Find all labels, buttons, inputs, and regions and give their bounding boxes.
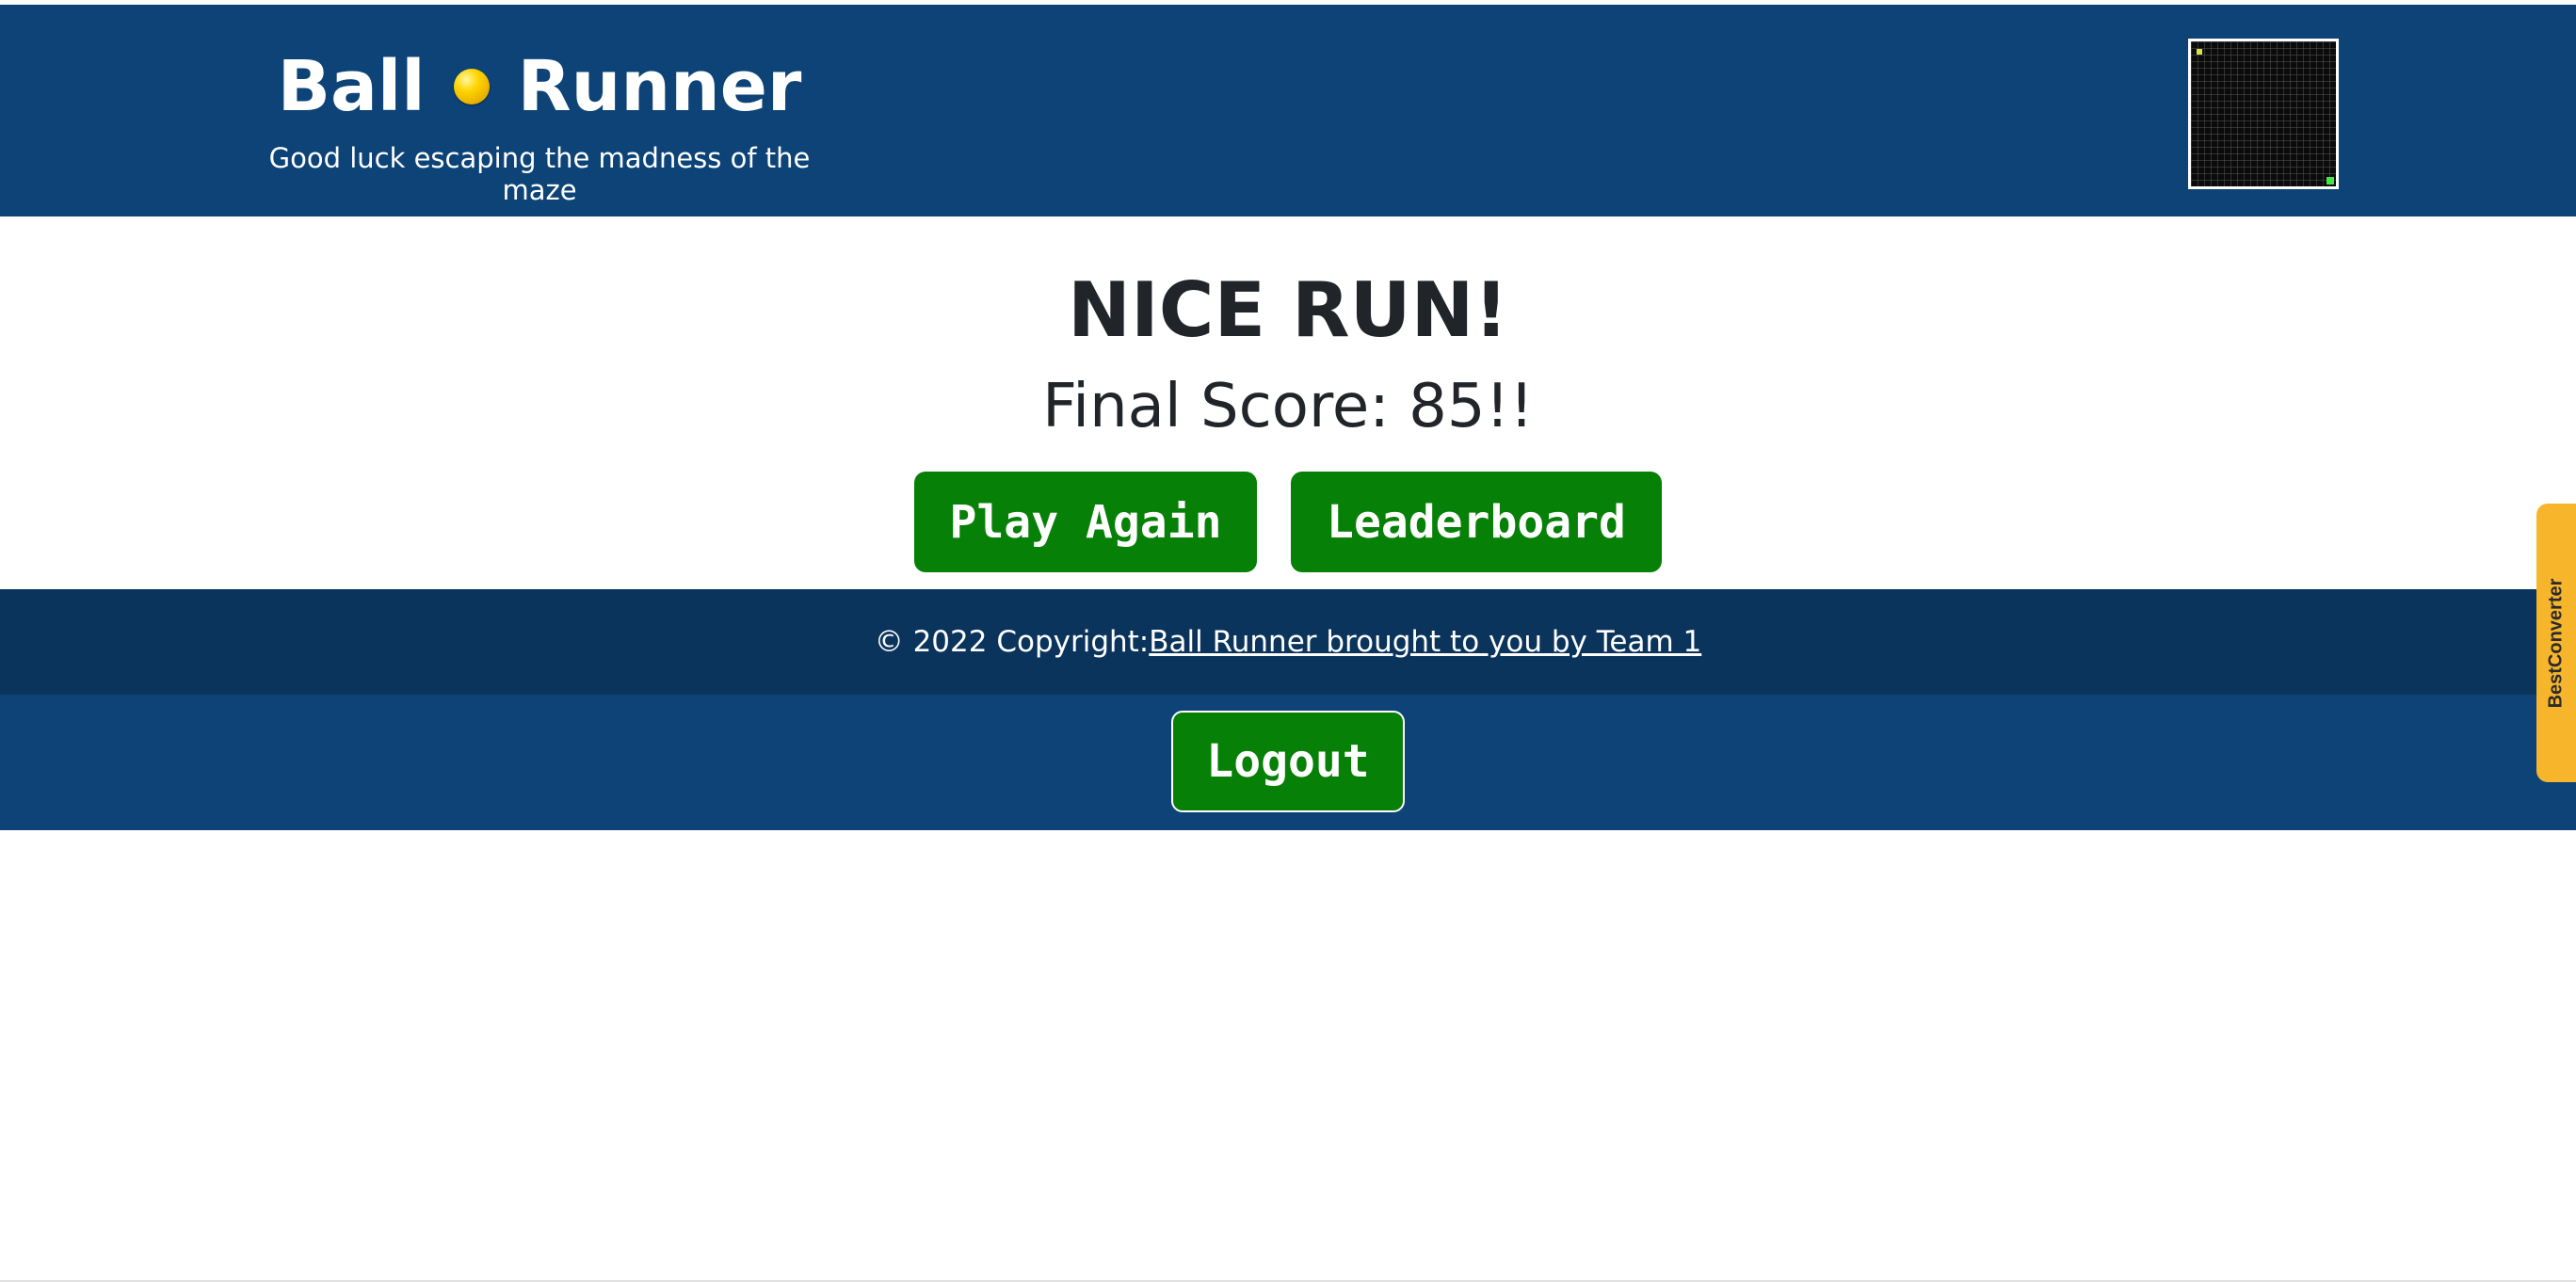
bestconverter-extension-tab[interactable]: BestConverter [2536, 504, 2576, 782]
copyright-bar: © 2022 Copyright: Ball Runner brought to … [0, 589, 2576, 695]
site-title-right: Runner [517, 46, 802, 127]
site-header: Ball Runner Good luck escaping the madne… [0, 5, 2576, 216]
game-over-panel: NICE RUN! Final Score: 85!! Play Again L… [0, 216, 2576, 589]
maze-start-marker [2197, 49, 2202, 55]
logout-button[interactable]: Logout [1171, 711, 1405, 812]
final-score: Final Score: 85!! [1042, 372, 1534, 441]
leaderboard-button[interactable]: Leaderboard [1291, 472, 1662, 572]
copyright-text: © 2022 Copyright: [874, 625, 1150, 659]
brand: Ball Runner Good luck escaping the madne… [235, 52, 844, 206]
extension-label: BestConverter [2545, 578, 2567, 708]
team-credit-link[interactable]: Ball Runner brought to you by Team 1 [1149, 625, 1701, 659]
site-subtitle: Good luck escaping the madness of the ma… [268, 142, 811, 206]
site-title: Ball Runner [235, 52, 844, 121]
maze-grid-icon [2188, 39, 2339, 189]
site-title-left: Ball [277, 46, 426, 127]
result-headline: NICE RUN! [1068, 266, 1508, 354]
logout-bar: Logout [0, 695, 2576, 830]
maze-grid-drawing [2191, 41, 2336, 186]
maze-exit-marker [2326, 177, 2334, 184]
play-again-button[interactable]: Play Again [914, 472, 1257, 572]
yellow-ball-icon [453, 69, 490, 104]
